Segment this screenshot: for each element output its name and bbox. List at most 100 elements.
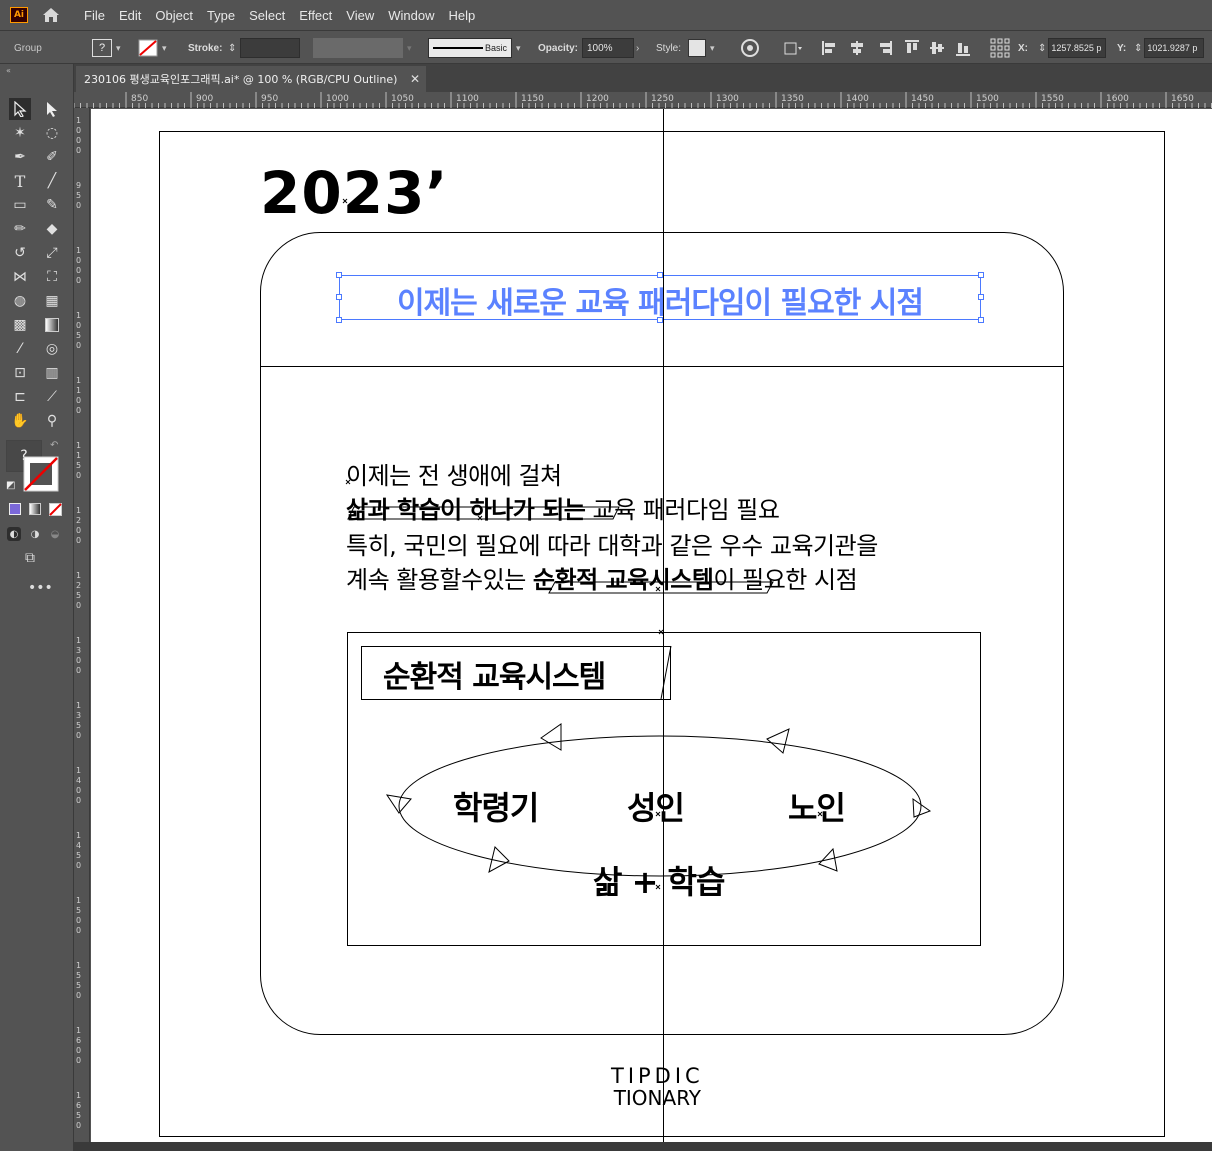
- ruler-label: 1000: [326, 94, 349, 104]
- menu-edit[interactable]: Edit: [119, 8, 141, 23]
- blend-tool-icon[interactable]: ◎: [41, 338, 63, 360]
- chevron-right-icon[interactable]: ›: [636, 43, 639, 54]
- ruler-label: 1 0 0 0: [76, 246, 82, 285]
- type-tool-icon[interactable]: T: [9, 170, 31, 192]
- gradient-tool-icon[interactable]: [41, 314, 63, 336]
- stepper-icon[interactable]: ⇕: [1038, 43, 1046, 54]
- mesh-tool-icon[interactable]: ▩: [9, 314, 31, 336]
- menu-select[interactable]: Select: [249, 8, 285, 23]
- stepper-icon[interactable]: ⇕: [1134, 43, 1142, 54]
- align-buttons-icon[interactable]: [820, 38, 980, 58]
- menu-file[interactable]: File: [84, 8, 105, 23]
- menu-help[interactable]: Help: [448, 8, 475, 23]
- chevron-down-icon[interactable]: ▾: [407, 43, 412, 54]
- curvature-tool-icon[interactable]: ✐: [41, 146, 63, 168]
- document-tab[interactable]: 230106 평생교육인포그래픽.ai* @ 100 % (RGB/CPU Ou…: [76, 66, 426, 92]
- style-label: Style:: [656, 42, 682, 54]
- selection-tool-icon[interactable]: [9, 98, 31, 120]
- menu-window[interactable]: Window: [388, 8, 434, 23]
- menu-effect[interactable]: Effect: [299, 8, 332, 23]
- column-graph-tool-icon[interactable]: ▥: [41, 362, 63, 384]
- vertical-guide[interactable]: [663, 109, 664, 1142]
- life-plus-learning[interactable]: 삶 + 학습: [593, 857, 725, 903]
- menu-view[interactable]: View: [346, 8, 374, 23]
- menu-type[interactable]: Type: [207, 8, 235, 23]
- color-mode-icon[interactable]: [9, 503, 21, 515]
- eyedropper-tool-icon[interactable]: ⁄: [9, 338, 31, 360]
- gradient-mode-icon[interactable]: [29, 503, 41, 515]
- free-transform-tool-icon[interactable]: ⛶: [41, 266, 63, 288]
- ruler-label: 1 0 0 0: [76, 116, 82, 155]
- home-icon[interactable]: [40, 4, 62, 26]
- magic-wand-tool-icon[interactable]: ✶: [9, 122, 31, 144]
- scale-tool-icon[interactable]: ⤢: [41, 242, 63, 264]
- stroke-color-icon[interactable]: [23, 456, 59, 492]
- perspective-grid-tool-icon[interactable]: ▦: [41, 290, 63, 312]
- stroke-weight-field[interactable]: [240, 38, 301, 58]
- hand-tool-icon[interactable]: ✋: [9, 410, 31, 432]
- fill-unknown-icon: ?: [92, 39, 112, 57]
- width-tool-icon[interactable]: ⋈: [9, 266, 31, 288]
- stage-school-age[interactable]: 학령기: [453, 783, 539, 829]
- default-colors-icon[interactable]: ◩: [6, 480, 15, 491]
- shape-builder-tool-icon[interactable]: ◍: [9, 290, 31, 312]
- stepper-icon[interactable]: ⇕: [228, 43, 236, 54]
- variable-width-profile[interactable]: ▾: [313, 38, 412, 58]
- rectangle-tool-icon[interactable]: ▭: [9, 194, 31, 216]
- close-icon[interactable]: ✕: [410, 72, 420, 86]
- ruler-label: 1100: [456, 94, 479, 104]
- chevron-down-icon[interactable]: ▾: [710, 43, 715, 54]
- style-swatch[interactable]: ▾: [688, 38, 715, 58]
- transform-options-icon[interactable]: [782, 38, 808, 58]
- lasso-tool-icon[interactable]: ◌: [41, 122, 63, 144]
- ruler-label: 950: [261, 94, 279, 104]
- tipdictionary-logo[interactable]: TIPDIC TIONARY: [611, 1065, 704, 1109]
- pen-tool-icon[interactable]: ✒: [9, 146, 31, 168]
- artboard-tool-icon[interactable]: ⊏: [9, 386, 31, 408]
- ruler-label: 1550: [1041, 94, 1064, 104]
- eraser-tool-icon[interactable]: ◆: [41, 218, 63, 240]
- canvas[interactable]: 2023’ 이제는 새로운 교육 패러다임이 필요한 시점 이제는 전 생애에 …: [91, 109, 1212, 1142]
- y-position-field[interactable]: ⇕ 1021.9287 p: [1134, 38, 1205, 58]
- ruler-label: 1400: [846, 94, 869, 104]
- ruler-label: 1 6 5 0: [76, 1091, 82, 1130]
- opacity-field[interactable]: 100% ›: [582, 38, 639, 58]
- brush-definition[interactable]: Basic ▾: [428, 38, 521, 58]
- swap-colors-icon[interactable]: ↶: [50, 440, 58, 451]
- stroke-weight-stepper[interactable]: ⇕: [228, 38, 301, 58]
- horizontal-ruler[interactable]: 850 900 950 1000 1050 1100 1150 1200 125…: [74, 92, 1212, 108]
- system-title[interactable]: 순환적 교육시스템: [383, 652, 606, 696]
- align-icons[interactable]: [820, 38, 980, 58]
- symbol-sprayer-tool-icon[interactable]: ⊡: [9, 362, 31, 384]
- slice-tool-icon[interactable]: ⟋: [41, 386, 63, 408]
- recolor-icon[interactable]: [740, 38, 760, 58]
- stage-senior[interactable]: 노인: [788, 783, 846, 829]
- stroke-swatch[interactable]: ▾: [138, 38, 167, 58]
- ruler-label: 1 3 0 0: [76, 636, 82, 675]
- screen-mode-icon[interactable]: ⧉: [25, 550, 35, 566]
- ruler-label: 1 4 0 0: [76, 766, 82, 805]
- zoom-tool-icon[interactable]: ⚲: [41, 410, 63, 432]
- stage-adult[interactable]: 성인: [627, 783, 685, 829]
- x-position-field[interactable]: ⇕ 1257.8525 p: [1038, 38, 1107, 58]
- none-mode-icon[interactable]: [49, 503, 62, 516]
- chevron-down-icon[interactable]: ▾: [116, 43, 121, 54]
- line-segment-tool-icon[interactable]: ╱: [41, 170, 63, 192]
- edit-toolbar-icon[interactable]: •••: [28, 580, 53, 596]
- draw-inside-icon[interactable]: ◒: [48, 527, 62, 541]
- menu-object[interactable]: Object: [155, 8, 193, 23]
- fill-swatch[interactable]: ? ▾: [92, 38, 121, 58]
- paintbrush-tool-icon[interactable]: ✎: [41, 194, 63, 216]
- horizontal-scrollbar[interactable]: [74, 1142, 1212, 1151]
- shaper-tool-icon[interactable]: ✏: [9, 218, 31, 240]
- reference-point-icon[interactable]: [990, 38, 1010, 58]
- rotate-tool-icon[interactable]: ↺: [9, 242, 31, 264]
- draw-normal-icon[interactable]: ◐: [7, 527, 21, 541]
- draw-behind-icon[interactable]: ◑: [28, 527, 42, 541]
- collapse-panel-icon[interactable]: «: [6, 66, 11, 75]
- vertical-ruler[interactable]: 1 0 0 0 9 5 0 1 0 0 0 1 0 5 0 1 1 0 0 1 1 5 0…: [74, 108, 90, 1151]
- ruler-label: 9 5 0: [76, 181, 82, 210]
- direct-selection-tool-icon[interactable]: [41, 98, 63, 120]
- chevron-down-icon[interactable]: ▾: [162, 43, 167, 54]
- chevron-down-icon[interactable]: ▾: [516, 43, 521, 54]
